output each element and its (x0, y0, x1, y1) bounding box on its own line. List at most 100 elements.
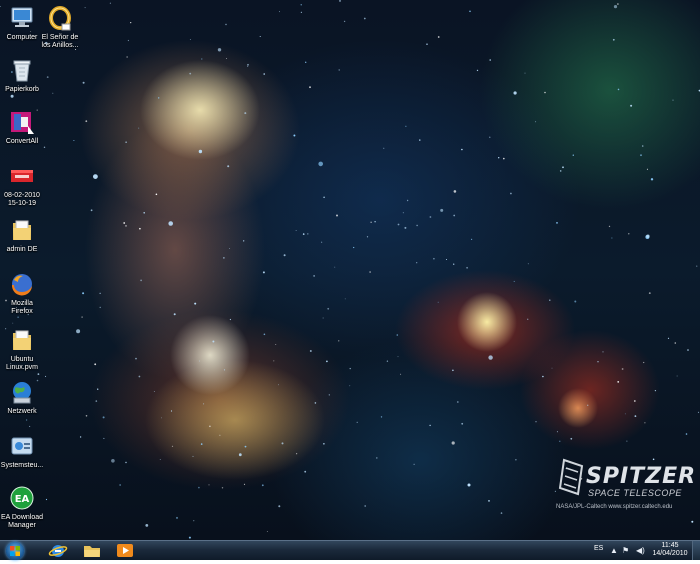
star (416, 262, 418, 264)
star (644, 422, 646, 424)
firefox-icon (8, 270, 36, 298)
star (94, 363, 97, 366)
star (119, 484, 121, 486)
language-indicator[interactable]: ES (594, 545, 603, 552)
media-player-icon (117, 544, 133, 557)
star (244, 112, 247, 115)
star (125, 461, 127, 464)
desktop-icon-control-panel[interactable]: Systemsteu... (0, 432, 44, 470)
star (672, 99, 674, 101)
star (413, 463, 415, 465)
star (461, 148, 463, 151)
star (446, 259, 447, 260)
star (456, 401, 459, 403)
star (452, 369, 454, 372)
star (611, 237, 613, 239)
star (429, 216, 432, 218)
star (612, 38, 615, 41)
star (221, 487, 224, 489)
action-center-icon[interactable]: ⚑ (622, 546, 629, 555)
star (339, 0, 341, 2)
star (302, 233, 305, 235)
star (369, 271, 371, 273)
star (244, 445, 247, 448)
star (300, 4, 302, 6)
start-button[interactable] (6, 542, 24, 560)
star (376, 457, 378, 459)
show-desktop-button[interactable] (692, 541, 700, 560)
star (559, 170, 562, 172)
star (597, 361, 599, 363)
system-clock[interactable]: 11:45 14/04/2010 (650, 542, 690, 558)
star (145, 524, 149, 527)
desktop-icon-label: Netzwerk (7, 408, 37, 415)
star (453, 263, 455, 265)
star (621, 368, 624, 370)
taskbar-internet-explorer[interactable] (46, 542, 70, 559)
taskbar-explorer[interactable] (80, 542, 104, 559)
star (279, 11, 280, 13)
star (574, 300, 577, 303)
star (247, 65, 249, 67)
desktop-icon-lotr[interactable]: El Señor de los Anillos... (38, 4, 82, 50)
star (135, 357, 137, 360)
folder-icon (8, 216, 36, 244)
star (229, 248, 231, 249)
desktop-icon-ubuntu-pvm[interactable]: Ubuntu Linux.pvm (0, 326, 44, 372)
star (125, 225, 127, 227)
star (103, 437, 105, 439)
star (334, 266, 336, 268)
star (296, 453, 298, 455)
star (364, 505, 367, 507)
star (223, 369, 226, 371)
taskbar-media-player[interactable] (113, 542, 137, 559)
star (328, 394, 330, 396)
star (500, 512, 503, 514)
star (556, 431, 558, 433)
star (193, 520, 195, 522)
desktop-icon-ea-download[interactable]: EA EA Download Manager (0, 484, 44, 530)
star (513, 280, 515, 282)
star (227, 165, 230, 168)
star (90, 209, 93, 212)
star (338, 340, 340, 342)
tray-expand-icon[interactable]: ▲ (610, 546, 618, 555)
star (617, 381, 620, 383)
star (363, 17, 366, 20)
star (111, 459, 115, 463)
star (226, 58, 227, 59)
star (542, 375, 544, 378)
star (307, 233, 309, 235)
star (199, 360, 201, 362)
star (419, 139, 421, 141)
desktop-icon-network[interactable]: Netzwerk (0, 378, 44, 416)
star (189, 72, 192, 75)
star (524, 72, 526, 74)
star (109, 2, 111, 4)
star (634, 415, 637, 417)
star (155, 193, 158, 196)
star (338, 69, 340, 71)
desktop-icon-firefox[interactable]: Mozilla Firefox (0, 270, 44, 316)
desktop-icon-datefile[interactable]: 08-02-2010 15-10-19 (0, 162, 44, 208)
star (127, 39, 129, 42)
star (559, 440, 561, 442)
star (370, 221, 372, 223)
svg-text:EA: EA (15, 494, 30, 505)
desktop-icon-recycle-bin[interactable]: Papierkorb (0, 56, 44, 94)
star (549, 299, 551, 301)
desktop-icon-convertall[interactable]: ConvertAll (0, 108, 44, 146)
star (624, 413, 626, 415)
star (696, 265, 698, 267)
star (95, 400, 98, 402)
spitzer-watermark: SPITZER SPACE TELESCOPE NASA/JPL-Caltech… (556, 456, 696, 516)
star (212, 340, 215, 343)
star (383, 147, 385, 149)
desktop-icon-admin-de[interactable]: admin DE (0, 216, 44, 254)
volume-icon[interactable]: ◀) (636, 546, 645, 555)
star (641, 145, 644, 147)
desktop-icon-label: 08-02-2010 15-10-19 (4, 192, 40, 207)
star (676, 375, 678, 377)
star (386, 360, 389, 362)
desktop-wallpaper: Computer El Señor de los Anillos... Papi… (0, 0, 700, 540)
